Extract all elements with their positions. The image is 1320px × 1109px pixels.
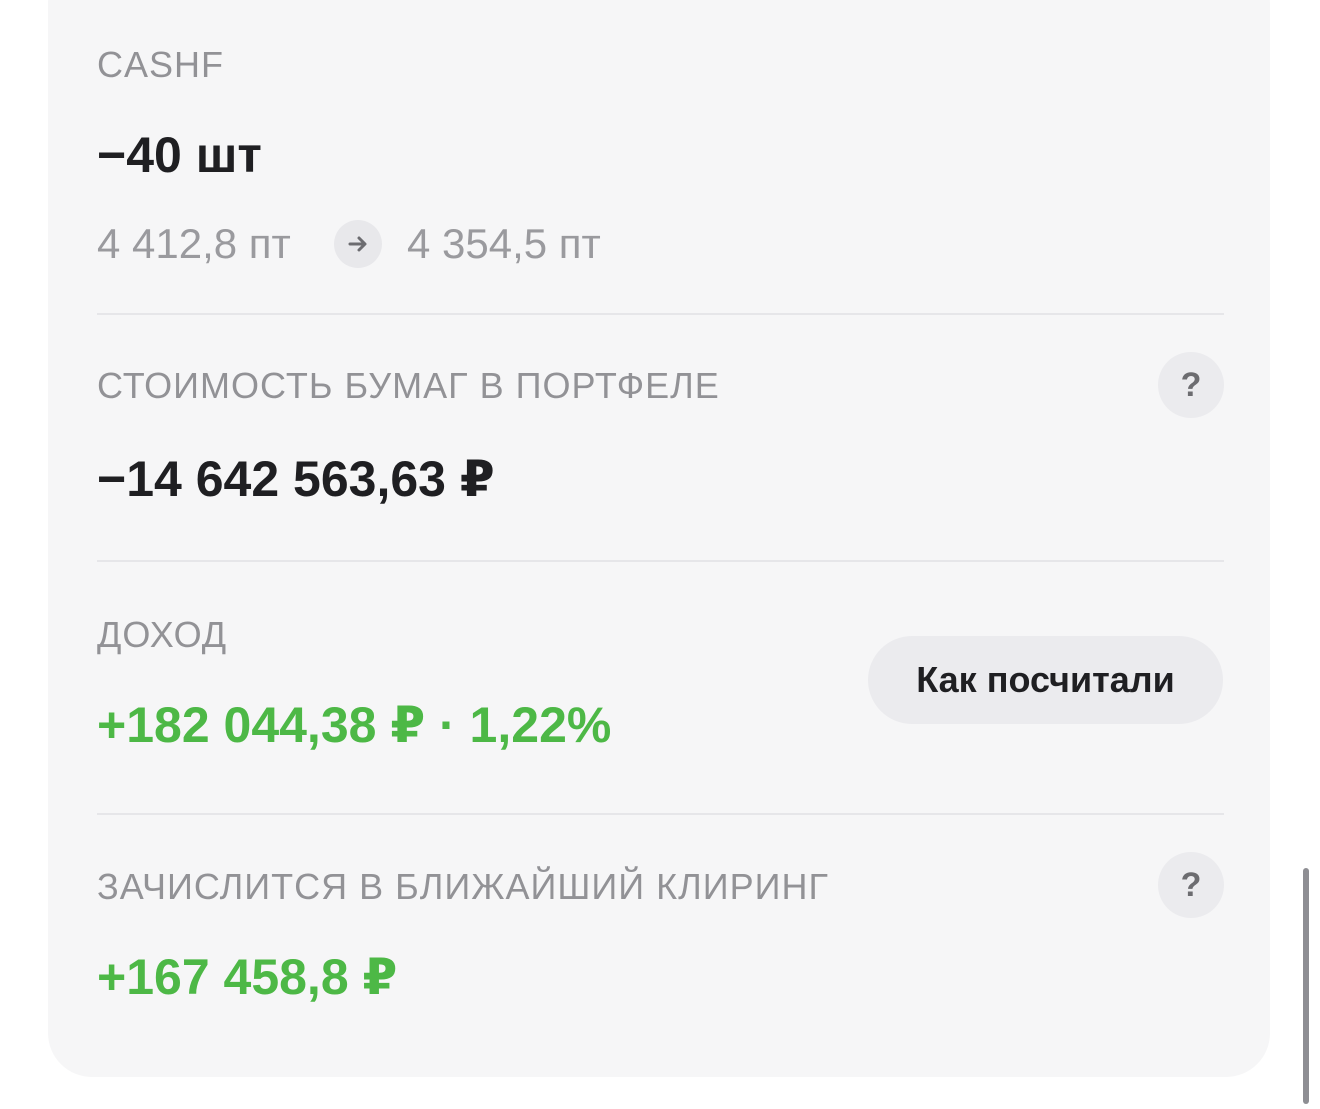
question-icon: ? [1180,865,1202,904]
portfolio-value-label: СТОИМОСТЬ БУМАГ В ПОРТФЕЛЕ [97,365,720,406]
how-calculated-button[interactable]: Как посчитали [868,636,1223,724]
clearing-value: +167 458,8 ₽ [97,949,398,1005]
divider [97,813,1224,815]
position-quantity: −40 шт [97,127,262,183]
arrow-right-icon [334,220,382,268]
income-label: ДОХОД [97,614,228,655]
divider [97,313,1224,315]
income-value: +182 044,38 ₽ · 1,22% [97,697,612,753]
divider [97,560,1224,562]
price-from: 4 412,8 пт [97,220,291,267]
portfolio-value: −14 642 563,63 ₽ [97,451,495,507]
question-icon: ? [1180,365,1202,404]
price-to: 4 354,5 пт [407,220,601,267]
scrollbar[interactable] [1303,868,1309,1104]
ticker-label: CASHF [97,44,225,85]
clearing-label: ЗАЧИСЛИТСЯ В БЛИЖАЙШИЙ КЛИРИНГ [97,866,829,907]
portfolio-value-help-icon[interactable]: ? [1158,352,1224,418]
clearing-help-icon[interactable]: ? [1158,852,1224,918]
